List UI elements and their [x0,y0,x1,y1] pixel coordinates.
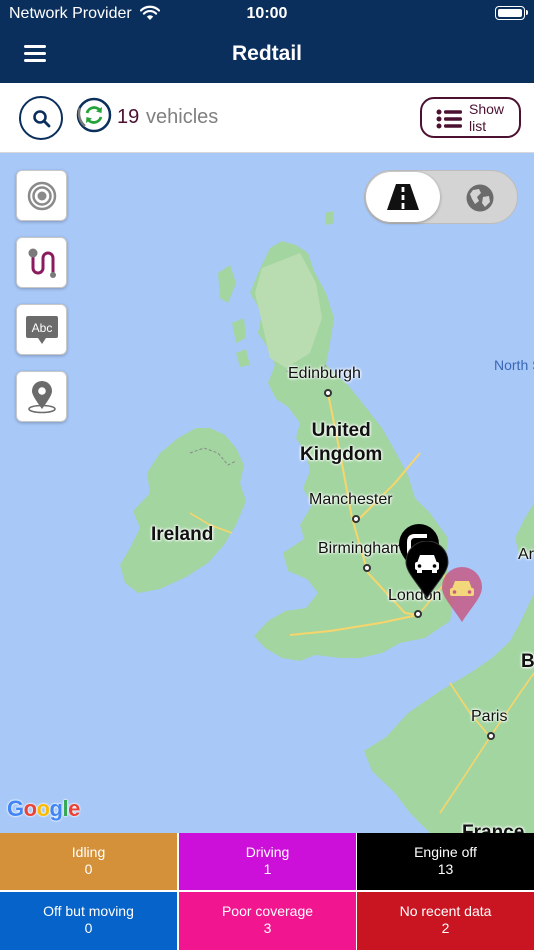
toolbar: 19 vehicles Show list [0,83,534,153]
list-icon [436,109,462,129]
location-pin-icon [28,381,56,414]
status-idling[interactable]: Idling 0 [0,833,177,890]
map-type-toggle [364,170,518,224]
map-label-north-sea: North S [494,357,534,373]
status-no-recent-data[interactable]: No recent data 2 [357,892,534,950]
status-count: 1 [263,861,272,877]
map-view[interactable]: Edinburgh United Kingdom Manchester Birm… [0,153,534,833]
city-marker-manchester [352,515,360,523]
status-count: 0 [84,861,93,877]
page-title: Redtail [231,42,302,65]
show-list-button[interactable]: Show list [420,97,521,138]
label-icon: Abc [26,316,58,344]
status-off-but-moving[interactable]: Off but moving 0 [0,892,177,950]
map-label-birmingham: Birmingham [318,540,404,557]
status-label: Engine off [414,844,477,860]
city-marker-birmingham [363,564,371,572]
svg-text:Abc: Abc [32,321,53,335]
map-label-ireland: Ireland [151,524,214,545]
route-history-button[interactable] [16,237,67,288]
status-label: Idling [71,844,106,860]
battery-icon [495,6,528,20]
status-count: 3 [263,920,272,936]
target-icon [27,181,57,211]
header: Network Provider 10:00 Redtail [0,0,534,83]
vehicle-count-label: vehicles [146,106,219,128]
road-map-option[interactable] [366,172,440,222]
status-bar: Network Provider 10:00 [0,0,534,28]
status-summary-grid: Idling 0 Driving 1 Engine off 13 Off but… [0,833,534,950]
status-label: Off but moving [43,903,134,919]
city-marker-london [414,610,422,618]
refresh-button[interactable] [75,96,113,134]
toggle-labels-button[interactable]: Abc [16,304,67,355]
globe-icon[interactable] [465,183,495,213]
map-label-france-partial: France [462,822,525,833]
status-count: 13 [437,861,454,877]
center-map-button[interactable] [16,170,67,221]
map-label-manchester: Manchester [309,491,393,508]
road-icon [387,184,419,210]
search-button[interactable] [19,96,63,140]
google-attribution: Google [7,796,80,821]
status-count: 0 [84,920,93,936]
refresh-icon [76,97,112,133]
status-engine-off[interactable]: Engine off 13 [357,833,534,890]
vehicle-marker-poor-coverage[interactable] [441,567,483,623]
status-time: 10:00 [246,5,288,22]
app-screen: Network Provider 10:00 Redtail 19 vehicl… [0,0,534,950]
city-marker-edinburgh [324,389,332,397]
search-icon [33,110,51,128]
status-driving[interactable]: Driving 1 [179,833,356,890]
city-marker-paris [487,732,495,740]
map-label-united-kingdom: United Kingdom [300,420,383,465]
map-land [120,211,534,833]
map-label-edinburgh: Edinburgh [288,365,361,382]
show-list-label: Show list [469,101,505,134]
status-poor-coverage[interactable]: Poor coverage 3 [179,892,356,950]
nav-bar: Redtail [0,28,534,83]
route-icon [28,248,56,278]
status-label: No recent data [399,903,492,919]
locations-button[interactable] [16,371,67,422]
map-label-amsterdam-partial: Ar [518,546,534,563]
status-label: Driving [245,844,290,860]
map-label-paris: Paris [471,708,508,725]
map-label-belgium-partial: B [521,651,534,672]
vehicle-count: 19 [117,106,140,128]
status-count: 2 [441,920,450,936]
status-label: Poor coverage [221,903,314,919]
